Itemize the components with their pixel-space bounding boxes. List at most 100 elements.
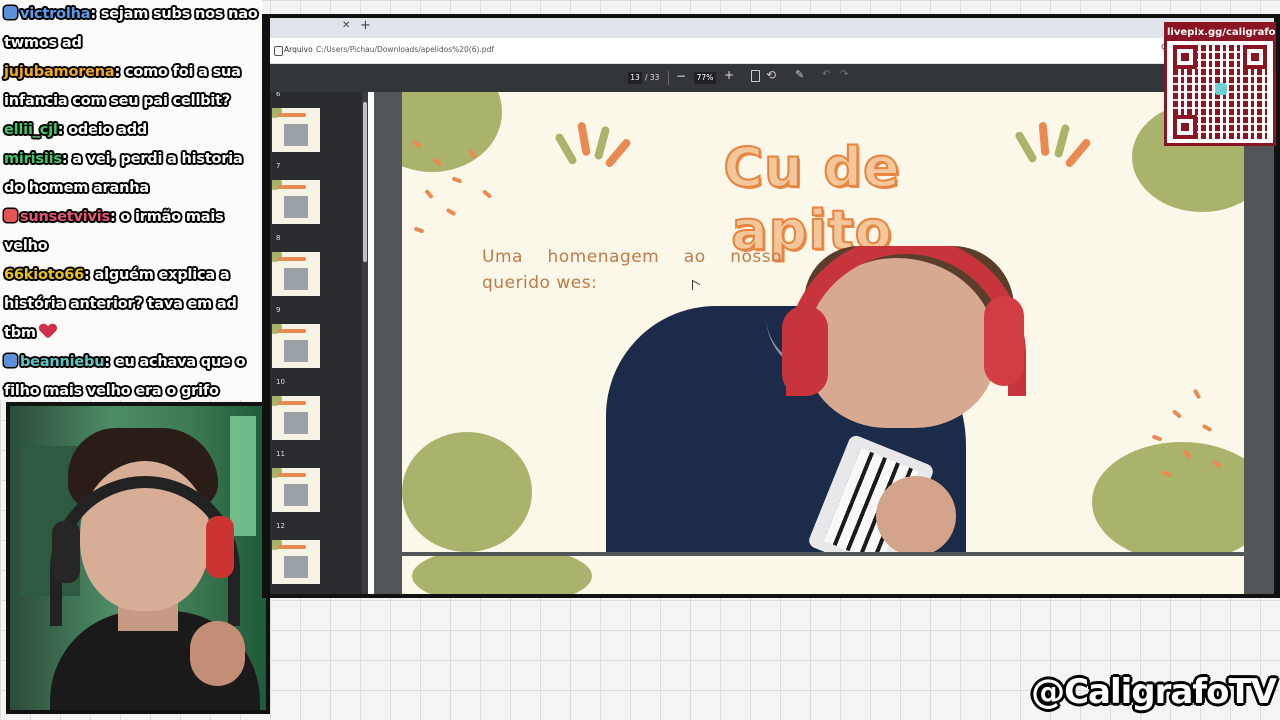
page-thumbnail[interactable]: [272, 396, 320, 440]
page-thumbnail[interactable]: [272, 252, 320, 296]
chat-message: sunsetvivis: o irmão mais velho: [4, 203, 258, 261]
thumbnail-image: [284, 196, 308, 218]
rotate-icon[interactable]: ⟲: [766, 68, 776, 82]
sidebar-divider: [368, 92, 374, 594]
thumbnail-page-number: 9: [276, 306, 281, 314]
qr-finder: [1173, 45, 1197, 69]
channel-handle: @CaligrafoTV: [1031, 672, 1277, 712]
chat-message: beanniebu: eu achava que o filho mais ve…: [4, 348, 258, 400]
chat-username: beanniebu: [20, 354, 105, 370]
pdf-body: 6 7 8 9 10 11 12 Cu de apito Uma homenag…: [270, 92, 1274, 594]
decor-sprig: [1053, 123, 1071, 159]
thumbnail-page-number: 10: [276, 378, 285, 386]
fit-page-icon[interactable]: [751, 70, 760, 82]
thumbnail-page-number: 8: [276, 234, 281, 242]
browser-window: ✕ + Arquivo C:/Users/Pichau/Downloads/ap…: [262, 14, 1280, 598]
thumbnail-image: [284, 556, 308, 578]
photo-hand: [876, 476, 956, 552]
chat-username: ellii_cjl: [4, 122, 58, 138]
chat-message: mirisiis: a vei, perdi a historia do hom…: [4, 145, 258, 203]
streamer-hand: [190, 621, 245, 686]
browser-content: ✕ + Arquivo C:/Users/Pichau/Downloads/ap…: [270, 18, 1274, 594]
photo-headphone-cup-left: [782, 306, 828, 396]
decor-dots-bottom-right: [1142, 388, 1232, 512]
decor-sprig: [577, 121, 591, 157]
annotate-icon[interactable]: ✎: [795, 68, 804, 81]
address-url[interactable]: C:/Users/Pichau/Downloads/apelidos%20(6)…: [316, 45, 494, 54]
tab-strip: ✕ +: [270, 18, 1274, 38]
decor-blob-bottom-left: [402, 432, 532, 552]
chat-separator: :: [84, 267, 95, 283]
zoom-in-button[interactable]: +: [724, 68, 734, 82]
qr-logo: [1215, 83, 1227, 95]
chat-message: victrolha: sejam subs nos nao twmos ad: [4, 0, 258, 58]
thumbnail-image: [284, 124, 308, 146]
thumbnail-image: [284, 340, 308, 362]
qr-finder: [1173, 115, 1197, 139]
page-thumbnail[interactable]: [272, 180, 320, 224]
decor-sprig: [604, 137, 632, 169]
address-bar[interactable]: Arquivo C:/Users/Pichau/Downloads/apelid…: [270, 38, 1274, 64]
sidebar-scrollbar-thumb[interactable]: [363, 102, 367, 262]
page-number-input[interactable]: 13: [628, 72, 642, 84]
thumbnail-image: [284, 484, 308, 506]
chat-username: victrolha: [20, 6, 91, 22]
thumbnail-title: [278, 545, 306, 549]
new-tab-icon[interactable]: +: [360, 18, 371, 33]
pdf-toolbar: 13 / 33 − 77% + ⟲ ✎ ↶ ↷: [270, 64, 1274, 92]
thumbnail-title: [278, 401, 306, 405]
thumbnail-title: [278, 473, 306, 477]
qr-finder: [1243, 45, 1267, 69]
thumbnail-page-number: 12: [276, 522, 285, 530]
decor-sprig: [593, 125, 611, 161]
slide-photo: [606, 246, 1026, 552]
chat-badge-icon: [4, 6, 17, 19]
chat-badge-icon: [4, 354, 17, 367]
chat-message: jujubamorena: como foi a sua infancia co…: [4, 58, 258, 116]
thumbnail-title: [278, 113, 306, 117]
chat-text: odeio add: [68, 122, 148, 138]
decor-sprig: [554, 132, 578, 166]
headphone-cup-left: [52, 521, 80, 583]
zoom-out-button[interactable]: −: [676, 69, 686, 83]
chat-separator: :: [61, 151, 73, 167]
thumbnail-page-number: 11: [276, 450, 285, 458]
decor-sprig: [1064, 137, 1092, 169]
chat-username: mirisiis: [4, 151, 62, 167]
decor-sprig: [1014, 130, 1038, 164]
page-thumbnail[interactable]: [272, 468, 320, 512]
toolbar-divider: [668, 71, 669, 85]
file-icon: [274, 46, 283, 56]
thumbnail-title: [278, 185, 306, 189]
chat-username: sunsetvivis: [20, 209, 110, 225]
page-thumbnail[interactable]: [272, 540, 320, 584]
undo-icon[interactable]: ↶: [822, 69, 830, 80]
chat-message: ellii_cjl: odeio add: [4, 116, 258, 145]
address-scheme-label: Arquivo: [284, 45, 313, 54]
headphone-cup-right: [206, 516, 234, 578]
thumbnail-image: [284, 268, 308, 290]
pdf-page-current: Cu de apito Uma homenagem ao nosso queri…: [402, 92, 1244, 552]
chat-separator: :: [90, 6, 101, 22]
thumbnail-image: [284, 412, 308, 434]
broken-heart-icon: [40, 324, 56, 338]
livepix-qr-panel: livepix.gg/caligrafo: [1164, 22, 1276, 146]
webcam-light: [230, 416, 256, 536]
page-thumbnail[interactable]: [272, 108, 320, 152]
webcam-feed: [6, 402, 270, 714]
chat-separator: :: [109, 209, 121, 225]
thumbnail-title: [278, 257, 306, 261]
zoom-level-input[interactable]: 77%: [694, 72, 716, 84]
chat-message: 66kioto66: alguém explica a história ant…: [4, 261, 258, 348]
thumbnail-title: [278, 329, 306, 333]
redo-icon[interactable]: ↷: [840, 69, 848, 80]
page-thumbnail[interactable]: [272, 324, 320, 368]
pdf-page-next: [402, 556, 1244, 594]
tab-close-icon[interactable]: ✕: [342, 20, 350, 31]
chat-separator: :: [104, 354, 115, 370]
chat-username: 66kioto66: [4, 267, 85, 283]
thumbnail-sidebar[interactable]: 6 7 8 9 10 11 12: [270, 92, 368, 594]
thumbnail-page-number: 7: [276, 162, 281, 170]
decor-dots-top-left: [411, 132, 502, 234]
decor-blob-next: [412, 556, 592, 594]
